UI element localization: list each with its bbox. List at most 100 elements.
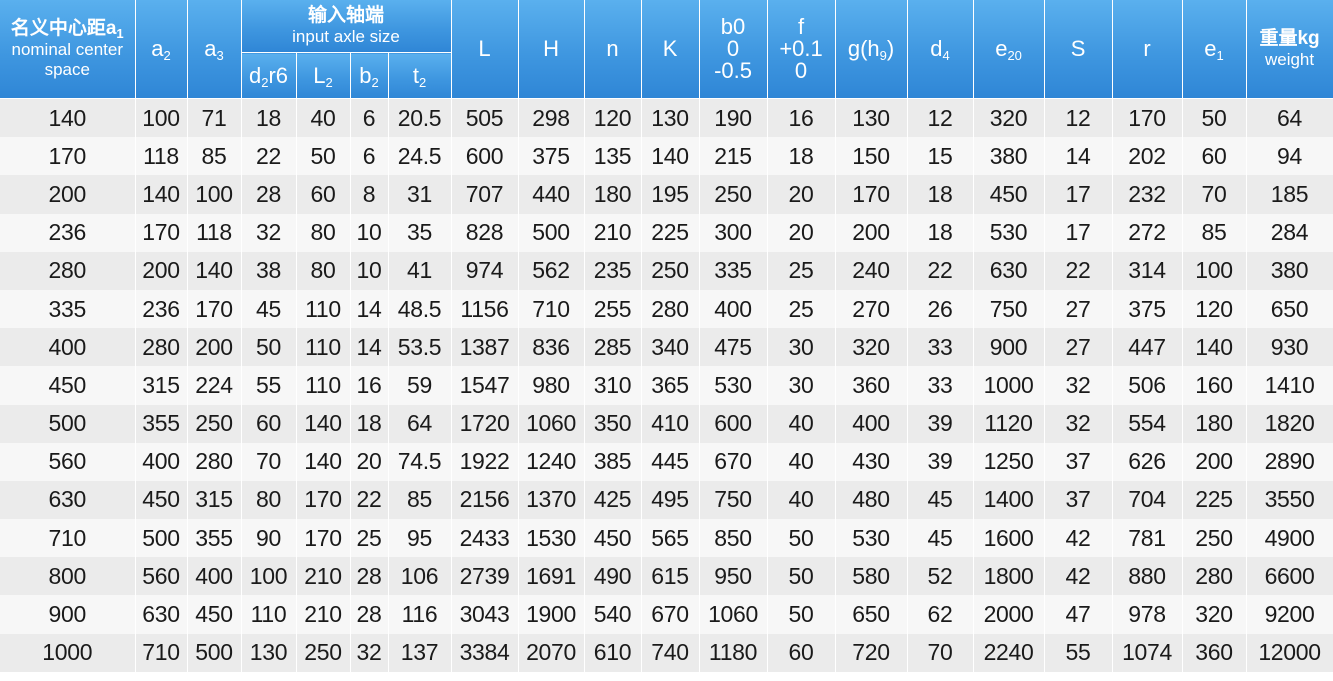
- table-cell: 285: [584, 328, 642, 367]
- table-cell: 315: [187, 480, 242, 520]
- table-cell: 1800: [973, 557, 1045, 596]
- table-cell: 320: [835, 328, 908, 367]
- table-row: 500 355 250 60 140 18 64 1720 1060 350 410 600 40 400…: [0, 404, 1333, 443]
- table-cell: 215: [699, 137, 768, 176]
- table-cell: 3043: [451, 595, 519, 634]
- header-H: H: [518, 0, 585, 99]
- table-cell: 670: [641, 595, 700, 634]
- header-L2: L2: [296, 52, 351, 99]
- table-cell: 18: [907, 175, 974, 214]
- table-cell: 560: [135, 557, 188, 596]
- table-cell: 225: [1182, 480, 1247, 520]
- table-cell: 600: [451, 137, 519, 176]
- table-cell: 60: [241, 404, 297, 443]
- table-cell: 100: [135, 98, 188, 138]
- table-cell: 200: [135, 251, 188, 290]
- table-cell: 880: [1112, 557, 1183, 596]
- table-cell: 355: [187, 519, 242, 558]
- table-cell: 140: [641, 137, 700, 176]
- table-cell: 224: [187, 366, 242, 405]
- table-cell: 1120: [973, 404, 1045, 443]
- table-cell: 50: [1182, 98, 1247, 138]
- table-cell: 500: [187, 633, 242, 672]
- table-cell: 14: [1044, 137, 1113, 176]
- table-cell: 750: [973, 289, 1045, 329]
- table-cell: 38: [241, 251, 297, 290]
- table-cell: 710: [0, 519, 136, 558]
- table-cell: 650: [835, 595, 908, 634]
- table-cell: 22: [907, 251, 974, 290]
- table-cell: 630: [135, 595, 188, 634]
- table-cell: 828: [451, 213, 519, 252]
- table-cell: 140: [296, 404, 351, 443]
- table-cell: 2000: [973, 595, 1045, 634]
- table-cell: 1400: [973, 480, 1045, 520]
- table-cell: 380: [1246, 251, 1333, 290]
- table-cell: 250: [296, 633, 351, 672]
- table-cell: 28: [350, 557, 389, 596]
- table-cell: 250: [187, 404, 242, 443]
- table-cell: 17: [1044, 175, 1113, 214]
- table-cell: 60: [767, 633, 836, 672]
- table-cell: 22: [350, 480, 389, 520]
- table-cell: 14: [350, 289, 389, 329]
- table-cell: 195: [641, 175, 700, 214]
- table-cell: 385: [584, 442, 642, 481]
- table-cell: 6: [350, 98, 389, 138]
- table-cell: 110: [296, 366, 351, 405]
- table-cell: 59: [388, 366, 452, 405]
- table-cell: 130: [241, 633, 297, 672]
- table-cell: 10: [350, 251, 389, 290]
- table-cell: 55: [241, 366, 297, 405]
- table-cell: 10: [350, 213, 389, 252]
- table-cell: 610: [584, 633, 642, 672]
- header-n: n: [584, 0, 642, 99]
- table-cell: 6600: [1246, 557, 1333, 596]
- table-cell: 562: [518, 251, 585, 290]
- table-cell: 310: [584, 366, 642, 405]
- table-row: 200 140 100 28 60 8 31 707 440 180 195 250 20 170 18 45…: [0, 175, 1333, 214]
- table-cell: 450: [135, 480, 188, 520]
- table-cell: 37: [1044, 480, 1113, 520]
- table-cell: 781: [1112, 519, 1183, 558]
- table-cell: 140: [187, 251, 242, 290]
- table-row: 450 315 224 55 110 16 59 1547 980 310 365 530 30 360 3…: [0, 366, 1333, 405]
- table-cell: 400: [699, 289, 768, 329]
- table-cell: 64: [388, 404, 452, 443]
- table-cell: 20: [767, 213, 836, 252]
- table-cell: 118: [187, 213, 242, 252]
- table-cell: 450: [584, 519, 642, 558]
- table-cell: 210: [296, 595, 351, 634]
- table-cell: 45: [241, 289, 297, 329]
- header-r: r: [1112, 0, 1183, 99]
- table-cell: 18: [241, 98, 297, 138]
- table-cell: 410: [641, 404, 700, 443]
- table-cell: 200: [0, 175, 136, 214]
- table-cell: 740: [641, 633, 700, 672]
- table-cell: 17: [1044, 213, 1113, 252]
- table-cell: 48.5: [388, 289, 452, 329]
- table-cell: 12000: [1246, 633, 1333, 672]
- table-cell: 236: [135, 289, 188, 329]
- table-cell: 40: [296, 98, 351, 138]
- table-cell: 1370: [518, 480, 585, 520]
- table-cell: 225: [641, 213, 700, 252]
- table-cell: 2433: [451, 519, 519, 558]
- table-cell: 40: [767, 404, 836, 443]
- table-cell: 320: [973, 98, 1045, 138]
- table-cell: 1000: [973, 366, 1045, 405]
- table-cell: 1000: [0, 633, 136, 672]
- header-g: g(h9): [835, 0, 908, 99]
- table-cell: 530: [699, 366, 768, 405]
- table-cell: 506: [1112, 366, 1183, 405]
- table-row: 400 280 200 50 110 14 53.5 1387 836 285 340 475 30 32…: [0, 328, 1333, 367]
- table-cell: 300: [699, 213, 768, 252]
- table-cell: 16: [350, 366, 389, 405]
- header-e20: e20: [973, 0, 1045, 99]
- table-cell: 28: [350, 595, 389, 634]
- table-cell: 4900: [1246, 519, 1333, 558]
- table-cell: 180: [1182, 404, 1247, 443]
- table-cell: 280: [641, 289, 700, 329]
- table-cell: 1720: [451, 404, 519, 443]
- table-cell: 720: [835, 633, 908, 672]
